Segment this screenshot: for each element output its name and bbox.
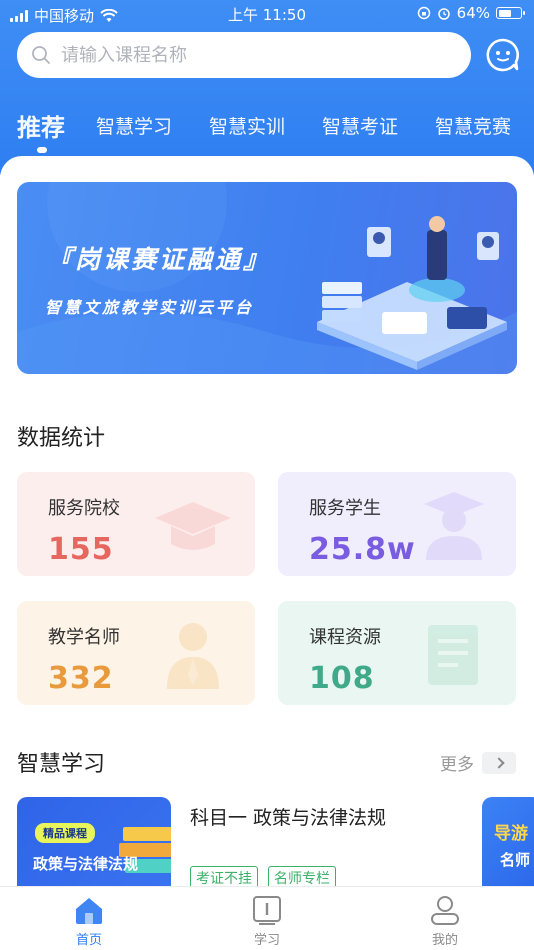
search-bar[interactable] bbox=[17, 32, 471, 78]
stat-label: 服务院校 bbox=[48, 498, 120, 519]
tab-smart-learning[interactable]: 智慧学习 bbox=[96, 112, 172, 139]
battery-percent: 64% bbox=[456, 4, 490, 22]
stat-value: 25.8w bbox=[309, 532, 416, 567]
search-icon bbox=[32, 46, 50, 64]
stat-card-teachers[interactable]: 教学名师 332 bbox=[17, 601, 255, 705]
stat-card-resources[interactable]: 课程资源 108 bbox=[278, 601, 516, 705]
thumbnail-title: 政策与法律法规 bbox=[33, 855, 139, 873]
tabbar-label: 首页 bbox=[75, 933, 102, 948]
smart-learning-title: 智慧学习 bbox=[17, 752, 106, 777]
teacher-icon bbox=[167, 623, 219, 689]
search-input[interactable] bbox=[61, 44, 441, 66]
status-bar: 中国移动 上午 11:50 64% bbox=[0, 0, 534, 28]
stat-card-schools[interactable]: 服务院校 155 bbox=[17, 472, 255, 576]
home-icon bbox=[76, 898, 102, 924]
study-icon bbox=[253, 896, 281, 925]
course-title[interactable]: 科目一 政策与法律法规 bbox=[190, 803, 386, 830]
chevron-right-icon bbox=[482, 751, 516, 774]
tabbar-profile[interactable]: 我的 bbox=[405, 895, 485, 948]
banner-subtitle: 智慧文旅教学实训云平台 bbox=[45, 298, 255, 317]
stat-label: 服务学生 bbox=[309, 498, 381, 519]
course-tag: 考证不挂 bbox=[190, 866, 258, 886]
thumbnail-2-line2: 名师 bbox=[500, 851, 531, 869]
platform-illustration-icon bbox=[317, 216, 507, 370]
course-badge: 精品课程 bbox=[35, 823, 95, 843]
course-tag: 名师专栏 bbox=[268, 866, 336, 886]
stat-label: 课程资源 bbox=[309, 627, 381, 648]
chat-robot-icon[interactable] bbox=[486, 38, 520, 72]
bottom-tab-bar: 首页 学习 我的 bbox=[0, 886, 534, 950]
graduation-cap-icon bbox=[155, 502, 231, 550]
thumbnail-2-line1: 导游 bbox=[494, 824, 528, 844]
stat-value: 155 bbox=[48, 532, 114, 567]
course-thumbnail-2[interactable]: 导游 名师 bbox=[482, 797, 534, 886]
battery-icon bbox=[496, 7, 525, 19]
battery-level bbox=[498, 9, 512, 17]
tab-smart-training[interactable]: 智慧实训 bbox=[209, 112, 285, 139]
profile-icon bbox=[431, 896, 459, 925]
stat-card-students[interactable]: 服务学生 25.8w bbox=[278, 472, 516, 576]
stats-title: 数据统计 bbox=[17, 426, 106, 451]
header: 中国移动 上午 11:50 64% 请输入课程名称 推荐 智慧学习 智慧实训 智… bbox=[0, 0, 534, 175]
rotation-lock-icon bbox=[417, 6, 430, 20]
student-icon bbox=[424, 492, 484, 560]
tabbar-study[interactable]: 学习 bbox=[227, 895, 307, 948]
tab-indicator bbox=[37, 147, 47, 153]
more-button[interactable]: 更多 bbox=[440, 750, 516, 775]
category-tabs: 推荐 智慧学习 智慧实训 智慧考证 智慧竞赛 bbox=[0, 104, 534, 154]
tab-recommend[interactable]: 推荐 bbox=[17, 108, 65, 143]
banner-title: 『岗课赛证融通』 bbox=[47, 245, 272, 274]
status-right: 64% bbox=[417, 4, 525, 22]
more-label: 更多 bbox=[440, 755, 474, 775]
stat-value: 108 bbox=[309, 661, 375, 696]
course-thumbnail[interactable]: 精品课程 政策与法律法规 bbox=[17, 797, 171, 886]
books-icon bbox=[119, 827, 171, 873]
tabbar-label: 学习 bbox=[253, 933, 280, 948]
stat-label: 教学名师 bbox=[48, 627, 120, 648]
tabbar-home[interactable]: 首页 bbox=[49, 895, 129, 948]
alarm-icon bbox=[437, 8, 450, 20]
main-content: 『岗课赛证融通』 智慧文旅教学实训云平台 数据统计 服务院校 155 服务学生 … bbox=[0, 156, 534, 886]
stat-value: 332 bbox=[48, 661, 114, 696]
tabbar-label: 我的 bbox=[431, 933, 458, 948]
document-icon bbox=[428, 625, 478, 685]
tab-smart-certification[interactable]: 智慧考证 bbox=[322, 112, 398, 139]
promo-banner[interactable]: 『岗课赛证融通』 智慧文旅教学实训云平台 bbox=[17, 182, 517, 374]
tab-smart-competition[interactable]: 智慧竞赛 bbox=[435, 112, 511, 139]
